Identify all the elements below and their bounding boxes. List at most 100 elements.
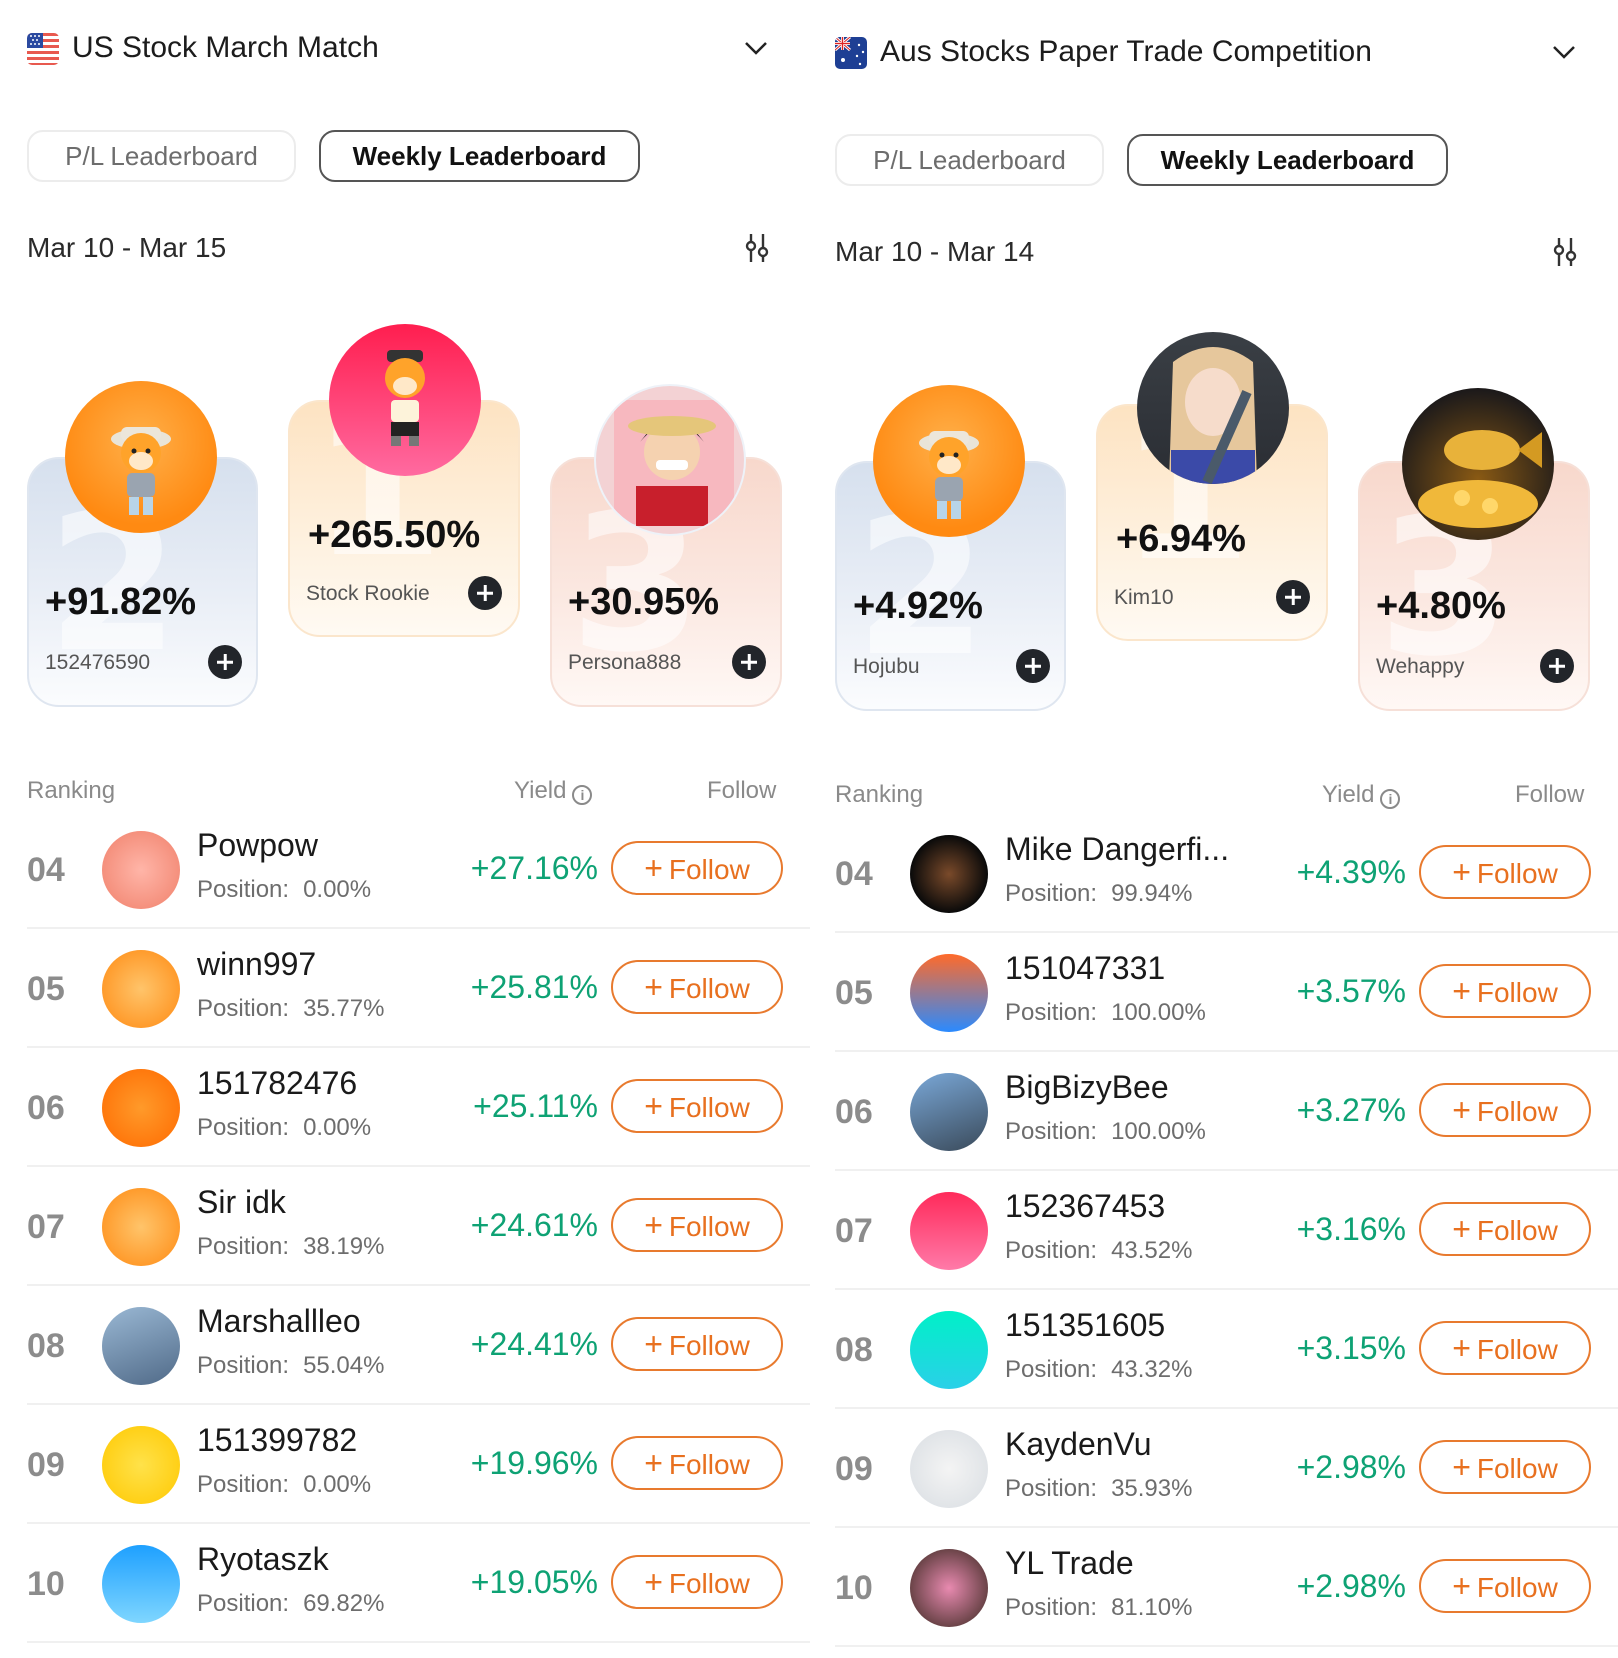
position-label: Position: xyxy=(197,995,290,1022)
leaderboard-row[interactable]: 05 winn997 Position: 35.77% +25.81% + Foll… xyxy=(27,929,810,1048)
username[interactable]: YL Trade xyxy=(1005,1543,1134,1583)
leaderboard-row[interactable]: 08 Marshallleo Position: 55.04% +24.41% +… xyxy=(27,1286,810,1405)
avatar[interactable] xyxy=(910,954,988,1032)
follow-button[interactable]: + Follow xyxy=(1419,1440,1591,1494)
competition-title[interactable]: Aus Stocks Paper Trade Competition xyxy=(880,32,1372,72)
leaderboard-row[interactable]: 08 151351605 Position: 43.32% +3.15% + Fol… xyxy=(835,1290,1618,1409)
leaderboard-row[interactable]: 07 Sir idk Position: 38.19% +24.61% + Foll… xyxy=(27,1167,810,1286)
tab-pl-leaderboard[interactable]: P/L Leaderboard xyxy=(27,130,296,182)
avatar[interactable] xyxy=(1402,388,1554,540)
podium-username: Wehappy xyxy=(1376,655,1465,678)
avatar[interactable] xyxy=(910,1192,988,1270)
follow-label: Follow xyxy=(1476,977,1558,1008)
info-icon[interactable]: i xyxy=(572,785,593,805)
username[interactable]: KaydenVu xyxy=(1005,1424,1151,1464)
leaderboard-row[interactable]: 05 151047331 Position: 100.00% +3.57% + Fo… xyxy=(835,933,1618,1052)
avatar[interactable] xyxy=(102,1426,180,1504)
follow-button[interactable]: + Follow xyxy=(1419,1321,1591,1375)
plus-circle-icon[interactable] xyxy=(208,645,242,679)
podium-yield: +91.82% xyxy=(45,581,197,623)
follow-button[interactable]: + Follow xyxy=(611,960,783,1014)
follow-button[interactable]: + Follow xyxy=(611,1436,783,1490)
follow-button[interactable]: + Follow xyxy=(611,1198,783,1252)
username[interactable]: winn997 xyxy=(197,944,316,984)
follow-button[interactable]: + Follow xyxy=(1419,1559,1591,1613)
avatar[interactable] xyxy=(329,324,481,476)
chevron-down-icon[interactable] xyxy=(1550,40,1578,64)
tab-pl-leaderboard[interactable]: P/L Leaderboard xyxy=(835,134,1104,186)
us-flag-icon xyxy=(27,33,59,65)
avatar[interactable] xyxy=(65,381,217,533)
username[interactable]: Ryotaszk xyxy=(197,1539,329,1579)
avatar[interactable] xyxy=(910,1073,988,1151)
position-info: Position: 99.94% xyxy=(1005,878,1192,910)
username[interactable]: Powpow xyxy=(197,825,318,865)
avatar[interactable] xyxy=(102,950,180,1028)
avatar[interactable] xyxy=(910,1311,988,1389)
rank-number: 05 xyxy=(835,974,873,1012)
leaderboard-row[interactable]: 04 Mike Dangerfi... Position: 99.94% +4.3… xyxy=(835,814,1618,933)
rank-number: 06 xyxy=(835,1093,873,1131)
plus-icon: + xyxy=(1452,854,1471,890)
avatar[interactable] xyxy=(873,385,1025,537)
follow-button[interactable]: + Follow xyxy=(1419,1083,1591,1137)
sliders-icon[interactable] xyxy=(742,232,772,264)
plus-icon: + xyxy=(644,850,663,886)
plus-circle-icon[interactable] xyxy=(468,576,502,610)
position-label: Position: xyxy=(1005,1118,1098,1145)
position-value: 81.10% xyxy=(1111,1594,1193,1621)
username[interactable]: 151782476 xyxy=(197,1063,357,1103)
info-icon[interactable]: i xyxy=(1380,789,1401,809)
yield-value: +2.98% xyxy=(1296,1568,1406,1604)
follow-button[interactable]: + Follow xyxy=(611,1317,783,1371)
avatar[interactable] xyxy=(1137,332,1289,484)
position-label: Position: xyxy=(197,1590,290,1617)
avatar[interactable] xyxy=(102,831,180,909)
chevron-down-icon[interactable] xyxy=(742,36,770,60)
avatar[interactable] xyxy=(910,1549,988,1627)
position-label: Position: xyxy=(197,1114,290,1141)
avatar[interactable] xyxy=(102,1188,180,1266)
tab-weekly-leaderboard[interactable]: Weekly Leaderboard xyxy=(1127,134,1448,186)
username[interactable]: Sir idk xyxy=(197,1182,286,1222)
username[interactable]: 152367453 xyxy=(1005,1186,1165,1226)
tab-weekly-leaderboard[interactable]: Weekly Leaderboard xyxy=(319,130,640,182)
plus-icon: + xyxy=(1452,973,1471,1009)
username[interactable]: Mike Dangerfi... xyxy=(1005,829,1229,869)
avatar[interactable] xyxy=(102,1545,180,1623)
leaderboard-row[interactable]: 10 YL Trade Position: 81.10% +2.98% + Foll… xyxy=(835,1528,1618,1647)
follow-button[interactable]: + Follow xyxy=(611,1079,783,1133)
username[interactable]: 151399782 xyxy=(197,1420,357,1460)
avatar[interactable] xyxy=(910,835,988,913)
plus-circle-icon[interactable] xyxy=(1276,580,1310,614)
competition-title[interactable]: US Stock March Match xyxy=(72,28,379,68)
plus-circle-icon[interactable] xyxy=(1540,649,1574,683)
leaderboard-row[interactable]: 09 151399782 Position: 0.00% +19.96% + Fol… xyxy=(27,1405,810,1524)
follow-button[interactable]: + Follow xyxy=(611,841,783,895)
position-info: Position: 100.00% xyxy=(1005,1116,1206,1148)
follow-button[interactable]: + Follow xyxy=(1419,845,1591,899)
username[interactable]: 151047331 xyxy=(1005,948,1165,988)
leaderboard-row[interactable]: 07 152367453 Position: 43.52% +3.16% + Fol… xyxy=(835,1171,1618,1290)
avatar[interactable] xyxy=(594,384,746,536)
username[interactable]: Marshallleo xyxy=(197,1301,361,1341)
plus-circle-icon[interactable] xyxy=(1016,649,1050,683)
sliders-icon[interactable] xyxy=(1550,236,1580,268)
plus-circle-icon[interactable] xyxy=(732,645,766,679)
leaderboard-row[interactable]: 09 KaydenVu Position: 35.93% +2.98% + Foll… xyxy=(835,1409,1618,1528)
position-value: 100.00% xyxy=(1111,999,1206,1026)
position-info: Position: 0.00% xyxy=(197,1469,371,1501)
avatar[interactable] xyxy=(102,1069,180,1147)
follow-button[interactable]: + Follow xyxy=(1419,964,1591,1018)
avatar[interactable] xyxy=(910,1430,988,1508)
follow-button[interactable]: + Follow xyxy=(611,1555,783,1609)
follow-button[interactable]: + Follow xyxy=(1419,1202,1591,1256)
avatar[interactable] xyxy=(102,1307,180,1385)
leaderboard-row[interactable]: 06 151782476 Position: 0.00% +25.11% + Fol… xyxy=(27,1048,810,1167)
username[interactable]: BigBizyBee xyxy=(1005,1067,1169,1107)
leaderboard-row[interactable]: 06 BigBizyBee Position: 100.00% +3.27% + F… xyxy=(835,1052,1618,1171)
leaderboard-row[interactable]: 10 Ryotaszk Position: 69.82% +19.05% + Fol… xyxy=(27,1524,810,1643)
leaderboard-row[interactable]: 04 Powpow Position: 0.00% +27.16% + Follow xyxy=(27,810,810,929)
yield-value: +2.98% xyxy=(1296,1449,1406,1485)
username[interactable]: 151351605 xyxy=(1005,1305,1165,1345)
